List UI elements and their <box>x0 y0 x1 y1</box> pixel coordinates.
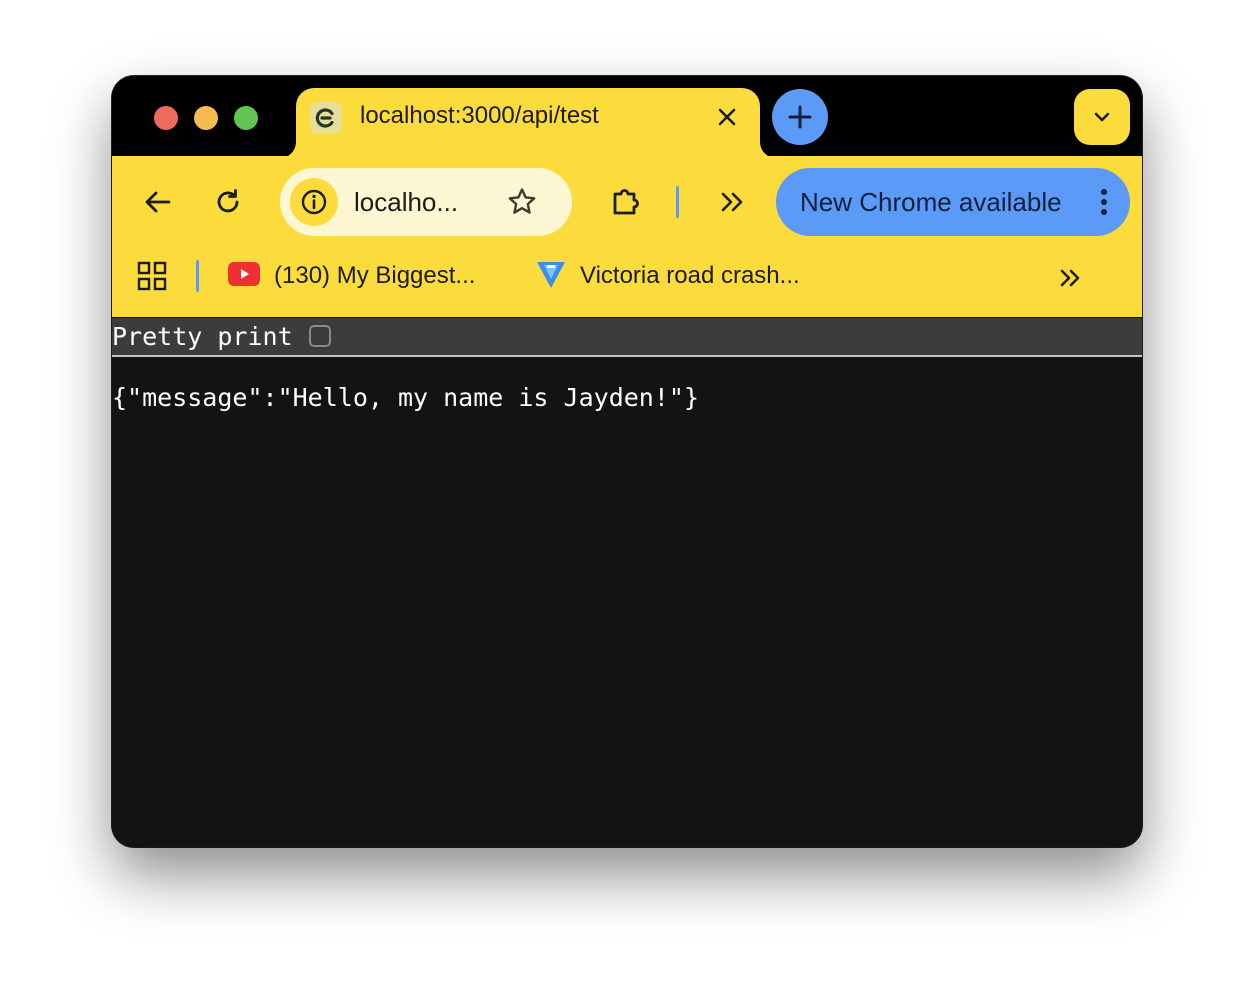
bookmark-star-icon[interactable] <box>504 184 540 220</box>
maximize-window-button[interactable] <box>234 106 258 130</box>
pretty-print-label: Pretty print <box>112 322 293 351</box>
bookmark-label: (130) My Biggest... <box>274 262 476 289</box>
pretty-print-checkbox[interactable] <box>309 325 331 347</box>
json-response-text: {"message":"Hello, my name is Jayden!"} <box>112 383 699 412</box>
site-info-icon[interactable] <box>290 178 338 226</box>
tab-strip: localhost:3000/api/test <box>112 76 1142 158</box>
kebab-menu-icon[interactable] <box>1096 186 1112 218</box>
address-bar[interactable]: localho... <box>280 168 572 236</box>
reload-icon[interactable] <box>208 182 248 222</box>
tab-close-icon[interactable] <box>712 102 742 132</box>
bookmark-item-news[interactable]: Victoria road crash... <box>536 258 800 294</box>
overflow-chevrons-icon[interactable] <box>712 182 752 222</box>
chevron-down-icon <box>1094 112 1110 122</box>
tab-title: localhost:3000/api/test <box>360 102 599 129</box>
news-site-icon <box>536 258 566 295</box>
apps-grid-icon[interactable] <box>134 258 170 294</box>
site-favicon-icon <box>310 102 342 134</box>
update-label: New Chrome available <box>800 187 1062 217</box>
new-chrome-available-button[interactable]: New Chrome available <box>776 168 1130 236</box>
new-tab-button[interactable] <box>772 89 828 145</box>
minimize-window-button[interactable] <box>194 106 218 130</box>
close-window-button[interactable] <box>154 106 178 130</box>
bookmark-item-youtube[interactable]: (130) My Biggest... <box>228 258 475 294</box>
bookmarks-overflow-chevrons-icon[interactable] <box>1052 260 1088 296</box>
toolbar: localho... New Chrome available (130) My… <box>112 156 1142 317</box>
bookmarks-divider <box>196 260 199 292</box>
tab-search-button[interactable] <box>1074 89 1130 145</box>
browser-window: localhost:3000/api/test localho... New C… <box>112 76 1142 847</box>
address-text: localho... <box>354 187 459 217</box>
toolbar-divider <box>676 186 679 218</box>
bookmark-label: Victoria road crash... <box>580 262 800 289</box>
plus-icon <box>788 105 812 129</box>
back-arrow-icon[interactable] <box>138 182 178 222</box>
active-tab[interactable]: localhost:3000/api/test <box>296 88 760 158</box>
json-viewer-bar: Pretty print <box>112 318 1142 357</box>
extensions-puzzle-icon[interactable] <box>606 182 646 222</box>
youtube-icon <box>228 261 260 291</box>
